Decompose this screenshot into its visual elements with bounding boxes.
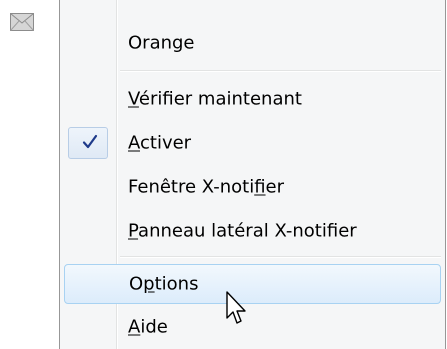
menu-item-label: Fenêtre X-notifier xyxy=(128,176,285,198)
menu-item-check-now[interactable]: Vérifier maintenant xyxy=(60,77,445,121)
check-indicator xyxy=(68,127,108,159)
menu-item-xnotifier-window[interactable]: Fenêtre X-notifier xyxy=(60,165,445,209)
menu-item-label: Options xyxy=(129,273,199,295)
menu-item-options[interactable]: Options xyxy=(64,264,441,304)
menu-item-label: Orange xyxy=(128,32,195,54)
menu-item-help[interactable]: Aide xyxy=(60,305,445,349)
menu-item-label: Aide xyxy=(128,316,168,338)
menu-item-label: Activer xyxy=(128,132,192,154)
menu-item-xnotifier-sidebar[interactable]: Panneau latéral X-notifier xyxy=(60,209,445,253)
context-menu: Orange Vérifier maintenant Activer Fenêt… xyxy=(59,0,446,349)
menu-item-label: Panneau latéral X-notifier xyxy=(128,220,357,242)
envelope-icon[interactable] xyxy=(10,13,34,31)
menu-separator xyxy=(120,256,441,258)
arrow-cursor-icon xyxy=(226,291,246,324)
menu-separator xyxy=(120,70,441,72)
checkmark-icon xyxy=(82,134,98,149)
menu-item-activate[interactable]: Activer xyxy=(60,121,445,165)
menu-item-orange[interactable]: Orange xyxy=(60,21,445,65)
menu-item-label: Vérifier maintenant xyxy=(128,88,302,110)
